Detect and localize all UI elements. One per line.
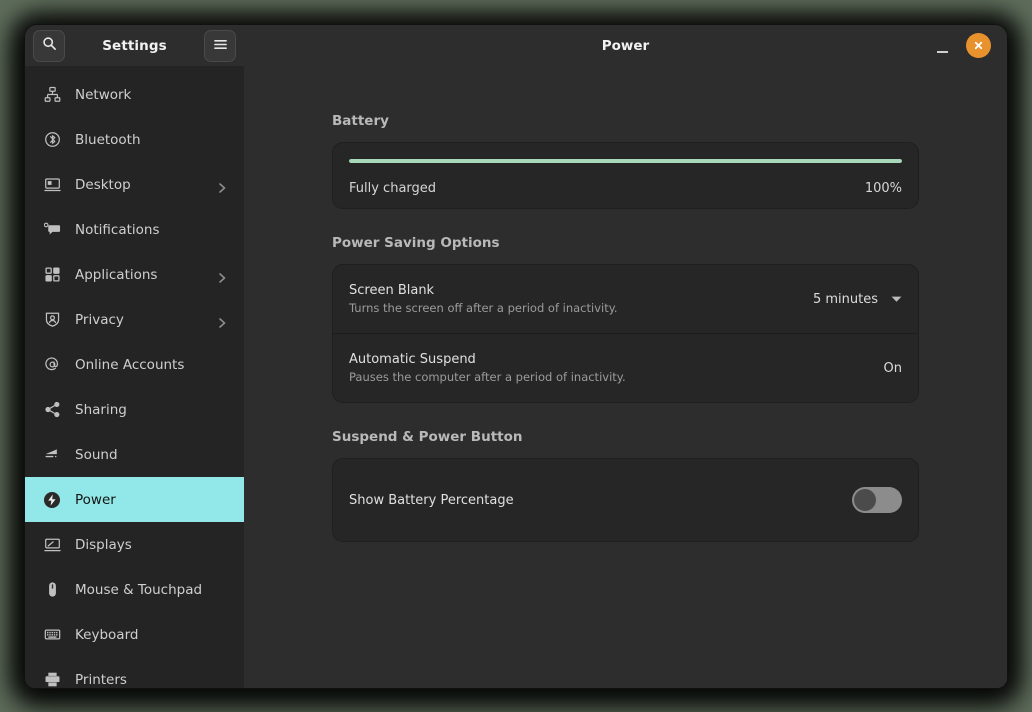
screen-blank-dropdown[interactable]: 5 minutes — [813, 292, 902, 307]
battery-section-title: Battery — [332, 113, 389, 129]
sound-icon — [43, 446, 61, 464]
sidebar-item-label: Displays — [75, 536, 132, 553]
show-battery-percentage-title: Show Battery Percentage — [349, 492, 514, 508]
sidebar-item-mouse-touchpad[interactable]: Mouse & Touchpad — [25, 567, 244, 612]
sidebar-item-label: Online Accounts — [75, 356, 185, 373]
sidebar-item-label: Mouse & Touchpad — [75, 581, 203, 598]
page-title: Power — [601, 37, 650, 54]
minimize-button[interactable] — [931, 35, 953, 57]
screen-blank-texts: Screen Blank Turns the screen off after … — [349, 283, 618, 315]
sidebar-item-sharing[interactable]: Sharing — [25, 387, 244, 432]
sidebar-item-label: Desktop — [75, 176, 131, 193]
sidebar: Settings Network Bluetooth Desktop Notif… — [25, 25, 244, 688]
battery-status-label: Fully charged — [349, 181, 437, 196]
printer-icon — [43, 671, 61, 689]
sidebar-item-notifications[interactable]: Notifications — [25, 207, 244, 252]
desktop-icon — [43, 176, 61, 194]
sidebar-item-applications[interactable]: Applications — [25, 252, 244, 297]
sidebar-item-label: Notifications — [75, 221, 160, 238]
battery-level-fill — [349, 159, 902, 163]
power-saving-section-title: Power Saving Options — [332, 235, 500, 251]
sidebar-item-label: Power — [75, 491, 116, 508]
keyboard-icon — [43, 626, 61, 644]
sidebar-header: Settings — [25, 25, 244, 66]
settings-window: Settings Network Bluetooth Desktop Notif… — [25, 25, 1007, 688]
close-icon — [973, 36, 984, 55]
battery-card: Fully charged 100% — [332, 142, 919, 209]
sidebar-item-label: Network — [75, 86, 132, 103]
sidebar-item-label: Printers — [75, 671, 127, 688]
network-icon — [43, 86, 61, 104]
sidebar-item-desktop[interactable]: Desktop — [25, 162, 244, 207]
suspend-power-card: Show Battery Percentage — [332, 458, 919, 542]
displays-icon — [43, 536, 61, 554]
sharing-icon — [43, 401, 61, 419]
sidebar-item-label: Applications — [75, 266, 158, 283]
minimize-icon — [936, 50, 948, 53]
sidebar-item-label: Keyboard — [75, 626, 139, 643]
suspend-power-section-title: Suspend & Power Button — [332, 429, 523, 445]
desktop-background: Settings Network Bluetooth Desktop Notif… — [0, 0, 1032, 712]
automatic-suspend-value: On — [883, 360, 902, 376]
sidebar-item-keyboard[interactable]: Keyboard — [25, 612, 244, 657]
automatic-suspend-title: Automatic Suspend — [349, 352, 476, 367]
battery-percentage-label: 100% — [864, 181, 902, 196]
window-controls — [931, 33, 997, 58]
sidebar-item-label: Sharing — [75, 401, 127, 418]
sidebar-item-online-accounts[interactable]: Online Accounts — [25, 342, 244, 387]
close-button[interactable] — [966, 33, 991, 58]
automatic-suspend-subtitle: Pauses the computer after a period of in… — [349, 370, 626, 384]
sidebar-item-printers[interactable]: Printers — [25, 657, 244, 688]
window-titlebar: Power — [244, 25, 1007, 66]
suspend-power-section: Suspend & Power Button Show Battery Perc… — [332, 429, 919, 542]
show-battery-percentage-row[interactable]: Show Battery Percentage — [333, 459, 918, 541]
show-battery-percentage-toggle[interactable] — [852, 487, 902, 513]
privacy-icon — [43, 311, 61, 329]
show-battery-percentage-control — [852, 487, 902, 513]
screen-blank-value: 5 minutes — [812, 291, 878, 307]
sidebar-item-label: Bluetooth — [75, 131, 141, 148]
chevron-right-icon — [216, 314, 228, 328]
power-settings-panel: Battery Fully charged 100% Power Saving … — [244, 66, 1007, 688]
chevron-right-icon — [216, 179, 228, 193]
applications-icon — [43, 266, 61, 284]
automatic-suspend-texts: Automatic Suspend Pauses the computer af… — [349, 352, 626, 384]
screen-blank-row[interactable]: Screen Blank Turns the screen off after … — [333, 265, 918, 333]
mouse-icon — [43, 581, 61, 599]
show-battery-percentage-texts: Show Battery Percentage — [349, 493, 514, 508]
automatic-suspend-row[interactable]: Automatic Suspend Pauses the computer af… — [333, 333, 918, 402]
search-button[interactable] — [33, 29, 65, 62]
notifications-icon — [43, 221, 61, 239]
battery-status-row: Fully charged 100% — [349, 181, 902, 196]
online-accounts-icon — [43, 356, 61, 374]
power-saving-section: Power Saving Options Screen Blank Turns … — [332, 235, 919, 403]
search-icon — [42, 36, 57, 55]
sidebar-item-list: Network Bluetooth Desktop Notifications … — [25, 66, 244, 688]
battery-level-bar — [349, 159, 902, 163]
battery-section: Battery Fully charged 100% — [332, 66, 919, 209]
chevron-down-icon — [891, 292, 902, 307]
power-icon — [43, 491, 61, 509]
sidebar-item-label: Sound — [75, 446, 118, 463]
sidebar-item-privacy[interactable]: Privacy — [25, 297, 244, 342]
sidebar-item-label: Privacy — [75, 311, 124, 328]
bluetooth-icon — [43, 131, 61, 149]
toggle-knob — [854, 489, 876, 511]
sidebar-item-network[interactable]: Network — [25, 72, 244, 117]
sidebar-item-displays[interactable]: Displays — [25, 522, 244, 567]
hamburger-menu-icon — [213, 36, 228, 55]
screen-blank-title: Screen Blank — [349, 283, 435, 298]
sidebar-item-bluetooth[interactable]: Bluetooth — [25, 117, 244, 162]
sidebar-item-power[interactable]: Power — [25, 477, 244, 522]
sidebar-title: Settings — [102, 37, 167, 54]
automatic-suspend-control: On — [884, 361, 902, 376]
screen-blank-subtitle: Turns the screen off after a period of i… — [349, 301, 618, 315]
chevron-right-icon — [216, 269, 228, 283]
sidebar-item-sound[interactable]: Sound — [25, 432, 244, 477]
main-menu-button[interactable] — [204, 29, 236, 62]
power-saving-card: Screen Blank Turns the screen off after … — [332, 264, 919, 403]
content-area: Power Battery Fully charged 100% Power S… — [244, 25, 1007, 688]
screen-blank-control: 5 minutes — [813, 292, 902, 307]
